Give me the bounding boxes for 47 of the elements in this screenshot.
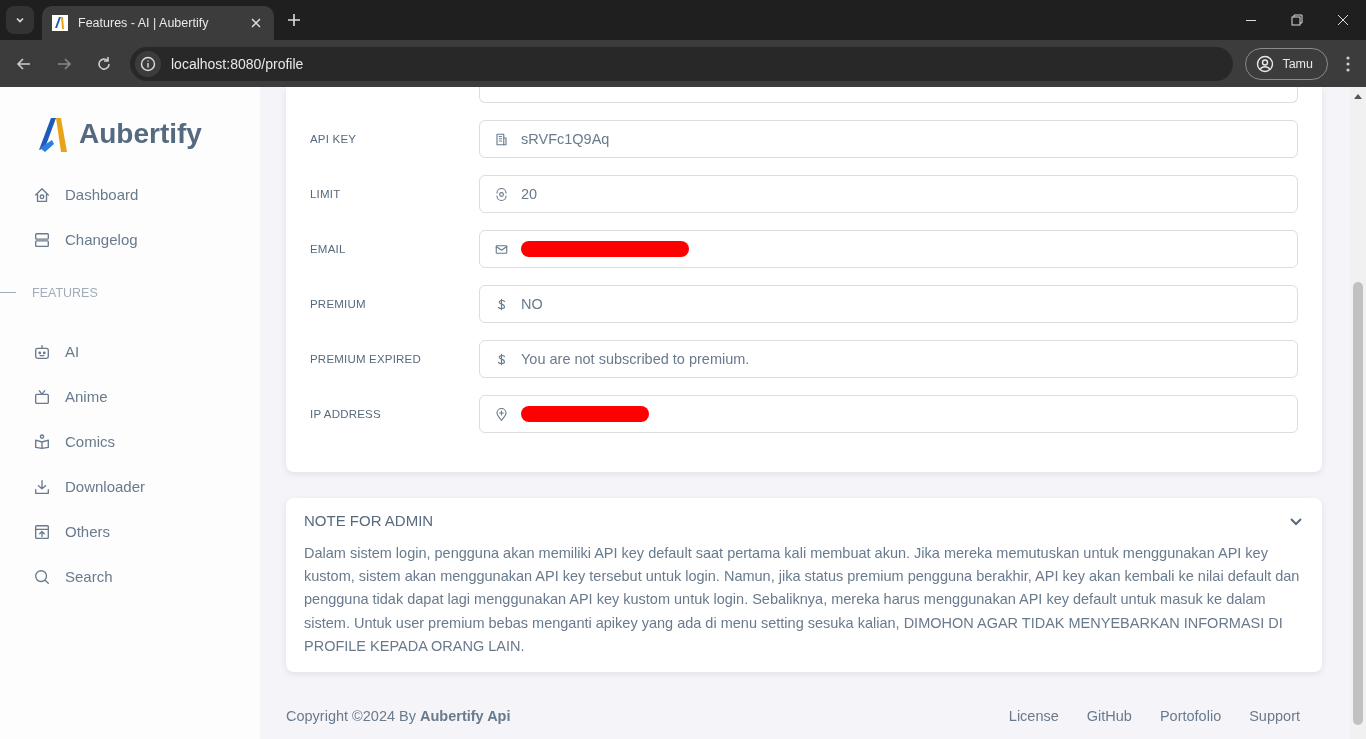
footer-link[interactable]: License [1008,708,1059,724]
sidebar-item[interactable]: Downloader [0,464,260,509]
footer-link[interactable]: Portofolio [1159,708,1222,724]
book-icon [33,432,51,451]
sidebar-item[interactable]: Others [0,509,260,554]
plus-icon [287,13,301,27]
field-label: EMAIL [310,243,347,255]
logo-icon [52,15,68,31]
address-bar[interactable]: localhost:8080/profile [130,46,1234,81]
rotate-icon [494,186,509,202]
copyright-text: Copyright ©2024 By Aubertify Api [286,708,511,724]
archive-icon [33,522,51,541]
tab-list-button[interactable] [6,6,34,34]
field-label: LIMIT [310,188,342,200]
section-heading: FEATURES [32,285,98,300]
user-icon [1256,54,1275,73]
field-label: IP ADDRESS [310,408,382,420]
info-icon[interactable] [140,55,156,72]
sidebar-item[interactable]: Anime [0,374,260,419]
scroll-up-icon[interactable] [1354,93,1362,99]
field-label: API KEY [310,133,358,145]
sidebar-item[interactable]: Dashboard [0,172,260,217]
input-field[interactable]: 20 [479,175,1298,213]
home-icon [33,185,51,204]
brand-name: Aubertify [79,118,202,150]
field-label: PREMIUM EXPIRED [310,353,422,365]
footer-link[interactable]: Support [1249,708,1300,724]
field-label: PREMIUM [310,298,367,310]
input-field[interactable]: You are not subscribed to premium. [479,340,1298,378]
scrollbar[interactable] [1350,87,1366,739]
footer-link[interactable]: GitHub [1086,708,1132,724]
sidebar-item[interactable]: Search [0,554,260,599]
sidebar-item[interactable]: Comics [0,419,260,464]
search-icon [33,567,51,586]
sidebar-item[interactable]: Changelog [0,217,260,262]
browser-tab[interactable]: Features - AI | Aubertify [42,6,274,40]
input-field[interactable]: NO [479,285,1298,323]
download-icon [33,477,51,496]
pin-icon [494,406,509,422]
input-field[interactable]: sRVFc1Q9Aq [479,120,1298,158]
tv-icon [33,387,51,406]
server-icon [33,230,51,249]
building-icon [494,131,509,147]
robot-icon [33,342,51,361]
note-text: Dalam sistem login, pengguna akan memiliki API key default saat pertama kali membuat akun. Jika mereka memutuskan untuk menggunakan API key kustom, sistem akan menggunakan API key tersebut untuk login. Namun, jika status premium pengguna berakhir, API key akan kembali ke nilai default dan pengguna tidak dapat lagi menggunakan API key kustom untuk login. Sebaliknya, mereka harus menggunakan API key default untuk masuk ke dalam sistem. Untuk user premium bebas menganti apikey yang ada di menu setting sesuka kalian, DIMOHON AGAR TIDAK MENYEBARKAN INFORMASI DI PROFILE KEPADA ORANG LAIN. [304,544,1301,656]
note-header[interactable]: NOTE FOR ADMIN [304,512,1304,529]
sidebar-item[interactable]: AI [0,329,260,374]
